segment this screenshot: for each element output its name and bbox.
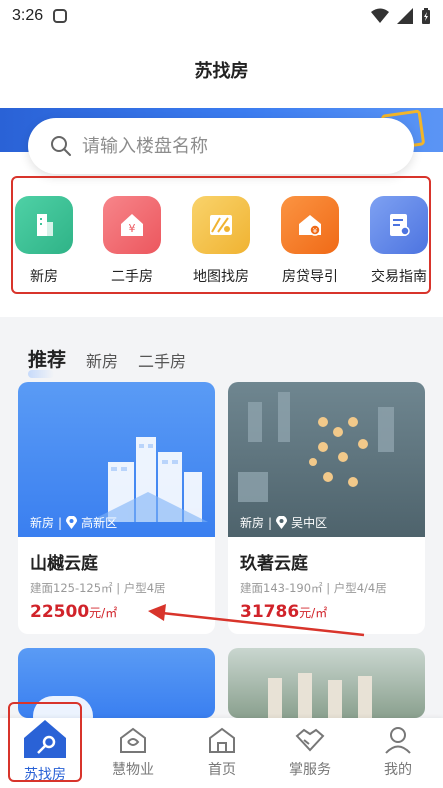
nav-label: 我的 [384,762,412,778]
search-bar[interactable] [28,118,414,174]
nav-mine[interactable]: 我的 [363,726,433,779]
annotation-arrow [148,604,365,637]
search-icon [51,136,71,156]
category-highlight-box [11,176,431,294]
price-value: 22500 [30,602,90,622]
listing-district: 吴中区 [291,516,328,530]
nav-highlight-box [8,702,82,782]
page-title: 苏找房 [0,32,443,108]
listing-image [268,673,372,718]
listing-name: 玖著云庭 [240,554,308,574]
nav-label: 首页 [208,762,236,778]
handshake-icon [295,728,325,752]
tab-second-hand[interactable]: 二手房 [138,348,186,372]
listing-district: 高新区 [81,516,118,530]
search-input[interactable] [82,135,362,157]
nav-label: 掌服务 [289,762,331,778]
listing-spec: 建面125-125㎡ | 户型4居 [30,581,166,595]
listing-spec: 建面143-190㎡ | 户型4/4居 [240,581,387,595]
house-icon [209,727,235,753]
tab-recommend[interactable]: 推荐 [28,345,66,378]
nav-service[interactable]: 掌服务 [275,726,345,779]
listing-tag: 新房 | 吴中区 [240,515,328,531]
listing-name: 山樾云庭 [30,554,98,574]
location-pin-icon [276,516,288,529]
listing-image: 新房 | 高新区 [18,382,215,537]
location-pin-icon [66,516,78,529]
person-icon [385,727,411,754]
listing-card-partial[interactable] [228,648,425,718]
listing-type: 新房 [30,516,55,530]
wifi-icon [371,8,389,23]
listing-type: 新房 [240,516,265,530]
listing-tag: 新房 | 高新区 [30,515,118,531]
status-bar: 3:26 [0,0,443,32]
nav-property[interactable]: 慧物业 [98,726,168,779]
battery-icon [422,8,430,24]
listing-tabs: 推荐 新房 二手房 [28,345,186,378]
nav-home[interactable]: 首页 [187,726,257,779]
price-unit: 元/㎡ [89,606,118,620]
notification-icon [53,9,68,23]
listing-image: 新房 | 吴中区 [228,382,425,537]
status-time: 3:26 [12,7,44,24]
nav-label: 慧物业 [112,762,154,778]
signal-icon [397,8,413,24]
property-icon [120,727,146,753]
tab-new-house[interactable]: 新房 [86,348,118,372]
